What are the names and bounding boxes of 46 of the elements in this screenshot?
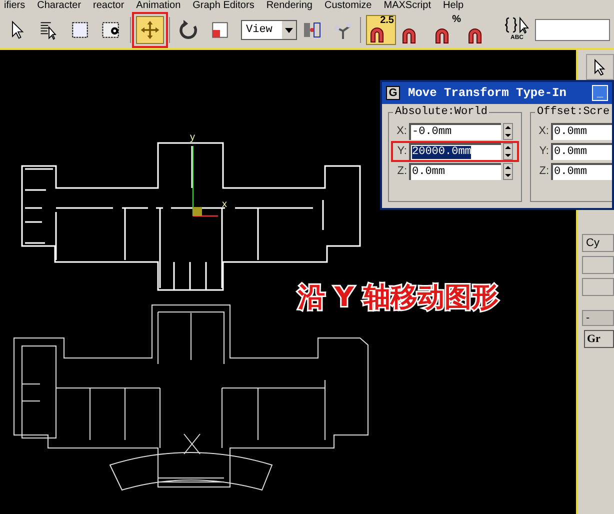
annotation-text: 沿 Y 轴移动图形 [298,282,498,314]
scale-icon [209,19,231,41]
minimize-button[interactable]: _ [592,85,608,101]
menu-item[interactable]: MAXScript [384,0,431,12]
field-label: Y: [396,144,407,160]
field-label: Y: [538,144,549,160]
menu-item[interactable]: ifiers [4,0,26,12]
rotate-icon [178,19,200,41]
menu-item[interactable]: Help [442,0,464,12]
field-label: X: [538,124,549,140]
rollout-toggle[interactable]: - [582,310,614,326]
menu-item[interactable]: Graph Editors [192,0,254,12]
panel-button[interactable]: Cy [582,234,614,252]
input-field[interactable]: 0.0mm [409,163,501,180]
window-crossing-icon [100,19,122,41]
spinner-icon[interactable] [503,143,513,160]
view-dropdown[interactable]: View [241,20,297,40]
spinner-icon[interactable] [503,163,513,180]
pointer-icon [592,58,608,76]
panel-list-item[interactable]: Gr [584,330,614,348]
menu-item[interactable]: reactor [93,0,124,12]
menu-item[interactable]: Animation [136,0,181,12]
dialog-title: Move Transform Type-In [408,85,566,102]
caret-icon [282,21,296,39]
input-field[interactable]: -0.0mm [409,123,501,140]
input-field[interactable]: 0.0mm [551,143,612,160]
field-label: Z: [396,164,407,180]
axis-label: x [222,200,227,210]
input-field[interactable]: 0.0mm [551,163,612,180]
move-icon [139,19,161,41]
menu-item[interactable]: Customize [324,0,372,12]
snap-toggle[interactable]: % [432,15,462,45]
axis-label: y [190,133,195,143]
field-label: X: [396,124,407,140]
field-label: Z: [538,164,549,180]
select-tool-button[interactable] [586,54,614,80]
named-selection-field[interactable] [535,19,610,41]
input-field[interactable]: 20000.0mm [409,143,501,160]
menu-item[interactable]: Rendering [266,0,312,12]
menu-item[interactable]: Character [37,0,82,12]
rectangle-region-icon [69,19,91,41]
snap-toggle[interactable]: 2.5 [366,15,396,45]
spinner-icon[interactable] [503,123,513,140]
input-field[interactable]: 0.0mm [551,123,612,140]
app-icon: G [386,86,400,100]
transform-gizmo-icon [192,146,218,217]
